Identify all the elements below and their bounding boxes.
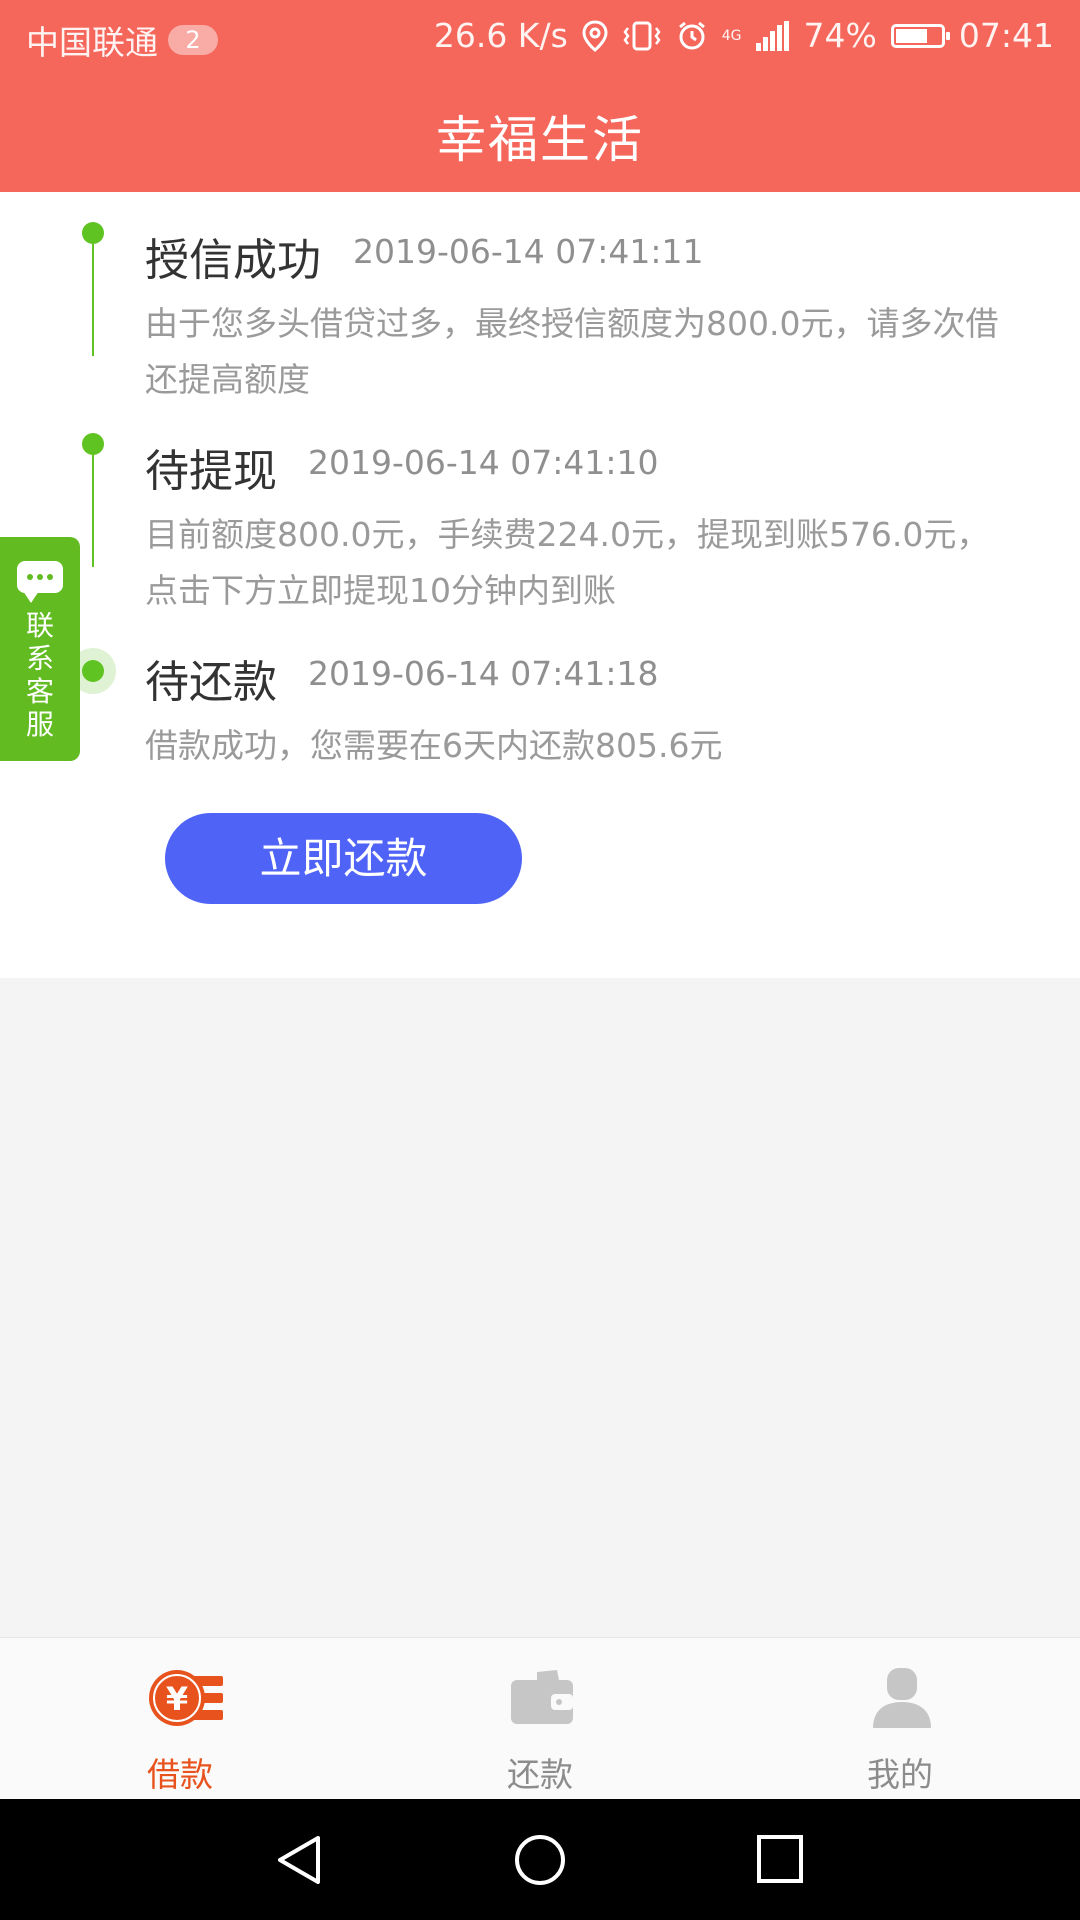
recents-icon[interactable]: [756, 1834, 804, 1884]
back-icon[interactable]: [274, 1834, 324, 1886]
wallet-icon: [511, 1670, 573, 1724]
chat-icon: [17, 561, 63, 603]
clock: 07:41: [958, 16, 1054, 55]
carrier-name: 中国联通: [26, 23, 158, 62]
step-time: 2019-06-14 07:41:10: [308, 443, 659, 482]
bottom-tab-bar: ¥ 借款 还款 我的: [0, 1637, 1080, 1800]
step-time: 2019-06-14 07:41:11: [353, 232, 704, 271]
tab-label: 借款: [147, 1755, 213, 1794]
signal-icon: [755, 20, 789, 51]
step-title: 待还款: [145, 657, 277, 708]
sim-badge: 2: [168, 25, 218, 55]
timeline-dot: [82, 433, 104, 455]
tab-label: 还款: [507, 1755, 573, 1794]
system-navigation-bar: [0, 1799, 1080, 1920]
support-label: 联系客服: [25, 609, 54, 741]
tab-repay[interactable]: 还款: [440, 1638, 640, 1800]
home-icon[interactable]: [514, 1834, 566, 1886]
tab-loan[interactable]: ¥ 借款: [80, 1638, 280, 1800]
battery-icon: [890, 23, 950, 48]
step-description: 由于您多头借贷过多，最终授信额度为800.0元，请多次借还提高额度: [145, 304, 999, 399]
timeline-line: [92, 244, 94, 356]
tab-label: 我的: [867, 1755, 933, 1794]
step-time: 2019-06-14 07:41:18: [308, 654, 659, 693]
timeline-card: 授信成功 2019-06-14 07:41:11 由于您多头借贷过多，最终授信额…: [0, 192, 1080, 978]
timeline-line: [92, 455, 94, 567]
step-description: 借款成功，您需要在6天内还款805.6元: [145, 726, 723, 765]
app-header: 中国联通 2 26.6 K/s 4G 74% 07:41 幸福生活: [0, 0, 1080, 192]
network-speed: 26.6 K/s: [433, 16, 568, 55]
svg-text:¥: ¥: [166, 1680, 188, 1718]
profile-icon: [873, 1668, 931, 1728]
loan-icon: ¥: [149, 1670, 223, 1726]
repay-now-button[interactable]: 立即还款: [165, 813, 522, 904]
timeline-dot: [82, 222, 104, 244]
location-icon: [582, 19, 608, 52]
page-title: 幸福生活: [436, 111, 644, 169]
step-description: 目前额度800.0元，手续费224.0元，提现到账576.0元，点击下方立即提现…: [145, 515, 990, 610]
status-bar: 中国联通 2 26.6 K/s 4G 74% 07:41: [0, 0, 1080, 74]
alarm-icon: [678, 21, 705, 49]
contact-support-tab[interactable]: 联系客服: [0, 537, 80, 761]
step-title: 授信成功: [145, 235, 321, 286]
battery-percent: 74%: [803, 16, 877, 55]
step-title: 待提现: [145, 446, 277, 497]
tab-profile[interactable]: 我的: [800, 1638, 1000, 1800]
network-type: 4G: [721, 27, 742, 44]
vibrate-icon: [623, 21, 661, 50]
timeline-dot-active: [82, 660, 104, 682]
